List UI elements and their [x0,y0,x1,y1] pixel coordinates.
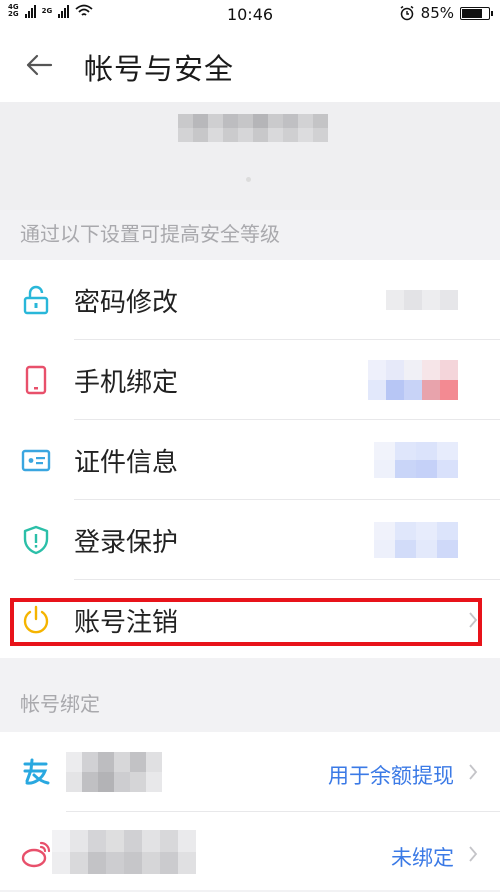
phone-number-blurred [368,360,460,400]
alarm-icon [400,5,414,21]
battery-percent: 85% [420,4,454,22]
battery-fill [462,8,482,18]
page-indicator-dot [246,177,251,182]
security-section-label: 通过以下设置可提高安全等级 [20,222,280,246]
id-card-icon [21,449,51,472]
binding-list: 用于余额提现 未绑定 [0,732,500,890]
security-item-phone[interactable]: 手机绑定 [0,340,500,420]
weibo-bind-status[interactable]: 未绑定 [391,842,454,872]
binding-item-weibo[interactable]: 未绑定 [0,812,500,892]
status-right: 85% [399,4,493,22]
account-name-blurred [178,114,328,142]
security-item-label: 登录保护 [74,528,179,558]
binding-section-label: 帐号绑定 [20,692,100,716]
binding-item-alipay[interactable]: 用于余额提现 [0,732,500,812]
account-info [0,102,500,210]
alipay-account-blurred [66,752,162,792]
status-bar: 4G 2G 2G 10:46 85% [0,0,500,28]
weibo-icon [21,841,51,868]
id-status-blurred [374,442,458,478]
alipay-usage-text: 用于余额提现 [328,764,454,788]
security-item-password[interactable]: 密码修改 [0,260,500,340]
weibo-account-blurred [52,830,196,874]
security-item-label: 证件信息 [74,448,179,478]
security-item-id[interactable]: 证件信息 [0,420,500,500]
phone-icon [25,365,47,395]
app-header: 帐号与安全 [0,28,500,102]
page-title: 帐号与安全 [84,52,235,86]
shield-alert-icon [23,525,49,555]
password-status-blurred [386,290,458,310]
security-item-label: 手机绑定 [74,368,179,398]
battery-icon [460,6,493,20]
chevron-right-icon [469,764,478,780]
back-arrow-icon[interactable] [24,50,54,80]
security-item-label: 密码修改 [74,288,179,318]
chevron-right-icon [469,846,478,862]
security-item-login-protection[interactable]: 登录保护 [0,500,500,580]
alipay-icon [23,758,50,785]
lock-icon [23,285,49,315]
highlight-box [10,598,482,646]
login-protection-status-blurred [374,522,458,558]
